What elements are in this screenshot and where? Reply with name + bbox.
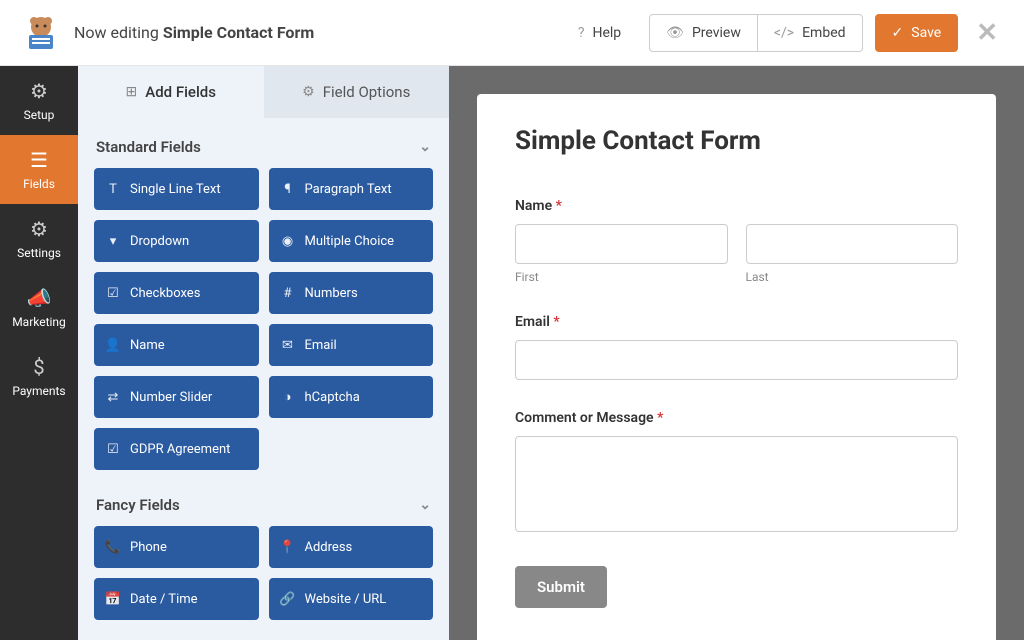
field-paragraph-text[interactable]: ¶Paragraph Text xyxy=(269,168,434,210)
help-button[interactable]: ?Help xyxy=(562,14,637,52)
shield-icon: ◑ xyxy=(281,389,295,405)
fancy-grid: 📞Phone 📍Address 📅Date / Time 🔗Website / … xyxy=(94,526,433,620)
field-address[interactable]: 📍Address xyxy=(269,526,434,568)
tab-field-options[interactable]: ⚙Field Options xyxy=(264,66,450,118)
comment-textarea[interactable] xyxy=(515,436,958,532)
last-sublabel: Last xyxy=(746,270,959,284)
paragraph-icon: ¶ xyxy=(281,182,295,197)
sliders-icon: ⚙ xyxy=(30,217,48,241)
hash-icon: # xyxy=(281,286,295,301)
section-standard: Standard Fields⌄ TSingle Line Text ¶Para… xyxy=(78,118,449,476)
form-title: Simple Contact Form xyxy=(515,126,958,156)
form-preview: Simple Contact Form Name * First Last Em… xyxy=(477,94,996,640)
phone-icon: 📞 xyxy=(106,540,120,555)
tab-add-fields[interactable]: ⊞Add Fields xyxy=(78,66,264,118)
text-icon: T xyxy=(106,182,120,197)
field-phone[interactable]: 📞Phone xyxy=(94,526,259,568)
save-button[interactable]: ✓Save xyxy=(875,14,959,52)
mail-icon: ✉ xyxy=(281,338,295,353)
field-datetime[interactable]: 📅Date / Time xyxy=(94,578,259,620)
page-title: Now editing Simple Contact Form xyxy=(74,23,314,42)
radio-icon: ◉ xyxy=(281,234,295,249)
email-input[interactable] xyxy=(515,340,958,380)
sidenav: ⚙Setup ☰Fields ⚙Settings 📣Marketing $Pay… xyxy=(0,66,78,640)
list-icon: ☰ xyxy=(30,148,48,172)
section-fancy: Fancy Fields⌄ 📞Phone 📍Address 📅Date / Ti… xyxy=(78,476,449,626)
nav-setup[interactable]: ⚙Setup xyxy=(0,66,78,135)
calendar-icon: 📅 xyxy=(106,592,120,607)
field-email[interactable]: ✉Email xyxy=(269,324,434,366)
eye-icon: 👁 xyxy=(666,25,684,41)
field-name-preview[interactable]: Name * First Last xyxy=(515,198,958,284)
field-name[interactable]: 👤Name xyxy=(94,324,259,366)
user-icon: 👤 xyxy=(106,338,120,353)
field-checkboxes[interactable]: ☑Checkboxes xyxy=(94,272,259,314)
app-root: Now editing Simple Contact Form ?Help 👁P… xyxy=(0,0,1024,640)
slider-icon: ⇄ xyxy=(106,390,120,405)
nav-marketing[interactable]: 📣Marketing xyxy=(0,273,78,342)
last-name-input[interactable] xyxy=(746,224,959,264)
logo xyxy=(20,12,62,54)
email-label: Email * xyxy=(515,314,958,330)
code-icon: </> xyxy=(774,25,794,41)
panel-tabs: ⊞Add Fields ⚙Field Options xyxy=(78,66,449,118)
dropdown-icon: ▾ xyxy=(106,234,120,249)
field-website[interactable]: 🔗Website / URL xyxy=(269,578,434,620)
check-icon: ✓ xyxy=(892,25,904,41)
topbar: Now editing Simple Contact Form ?Help 👁P… xyxy=(0,0,1024,66)
chevron-down-icon: ⌄ xyxy=(419,497,431,513)
preview-embed-group: 👁Preview </>Embed xyxy=(649,14,862,52)
first-name-input[interactable] xyxy=(515,224,728,264)
close-button[interactable]: ✕ xyxy=(970,18,1004,48)
body: ⚙Setup ☰Fields ⚙Settings 📣Marketing $Pay… xyxy=(0,66,1024,640)
megaphone-icon: 📣 xyxy=(27,286,52,310)
embed-button[interactable]: </>Embed xyxy=(758,14,863,52)
nav-settings[interactable]: ⚙Settings xyxy=(0,204,78,273)
first-sublabel: First xyxy=(515,270,728,284)
form-name: Simple Contact Form xyxy=(163,23,314,42)
comment-label: Comment or Message * xyxy=(515,410,958,426)
field-single-line-text[interactable]: TSingle Line Text xyxy=(94,168,259,210)
required-asterisk: * xyxy=(553,314,559,330)
checkbox-icon: ☑ xyxy=(106,286,120,301)
preview-button[interactable]: 👁Preview xyxy=(649,14,758,52)
chevron-down-icon: ⌄ xyxy=(419,139,431,155)
standard-grid: TSingle Line Text ¶Paragraph Text ▾Dropd… xyxy=(94,168,433,470)
editing-prefix: Now editing xyxy=(74,23,163,42)
pin-icon: 📍 xyxy=(281,540,295,555)
sliders-icon: ⚙ xyxy=(302,84,315,100)
required-asterisk: * xyxy=(556,198,562,214)
nav-fields[interactable]: ☰Fields xyxy=(0,135,78,204)
field-dropdown[interactable]: ▾Dropdown xyxy=(94,220,259,262)
submit-button[interactable]: Submit xyxy=(515,566,607,608)
field-gdpr[interactable]: ☑GDPR Agreement xyxy=(94,428,259,470)
section-head-standard[interactable]: Standard Fields⌄ xyxy=(94,134,433,168)
nav-payments[interactable]: $Payments xyxy=(0,342,78,411)
name-label: Name * xyxy=(515,198,958,214)
link-icon: 🔗 xyxy=(281,592,295,607)
section-head-fancy[interactable]: Fancy Fields⌄ xyxy=(94,492,433,526)
form-canvas: Simple Contact Form Name * First Last Em… xyxy=(449,66,1024,640)
dollar-icon: $ xyxy=(33,355,44,379)
field-numbers[interactable]: #Numbers xyxy=(269,272,434,314)
gear-icon: ⚙ xyxy=(30,79,48,103)
plus-box-icon: ⊞ xyxy=(126,84,138,100)
field-multiple-choice[interactable]: ◉Multiple Choice xyxy=(269,220,434,262)
field-email-preview[interactable]: Email * xyxy=(515,314,958,380)
field-number-slider[interactable]: ⇄Number Slider xyxy=(94,376,259,418)
bear-logo-icon xyxy=(21,13,61,53)
field-hcaptcha[interactable]: ◑hCaptcha xyxy=(269,376,434,418)
help-icon: ? xyxy=(578,25,585,41)
fields-panel: ⊞Add Fields ⚙Field Options Standard Fiel… xyxy=(78,66,449,640)
field-comment-preview[interactable]: Comment or Message * xyxy=(515,410,958,536)
required-asterisk: * xyxy=(657,410,663,426)
check-icon: ☑ xyxy=(106,442,120,457)
